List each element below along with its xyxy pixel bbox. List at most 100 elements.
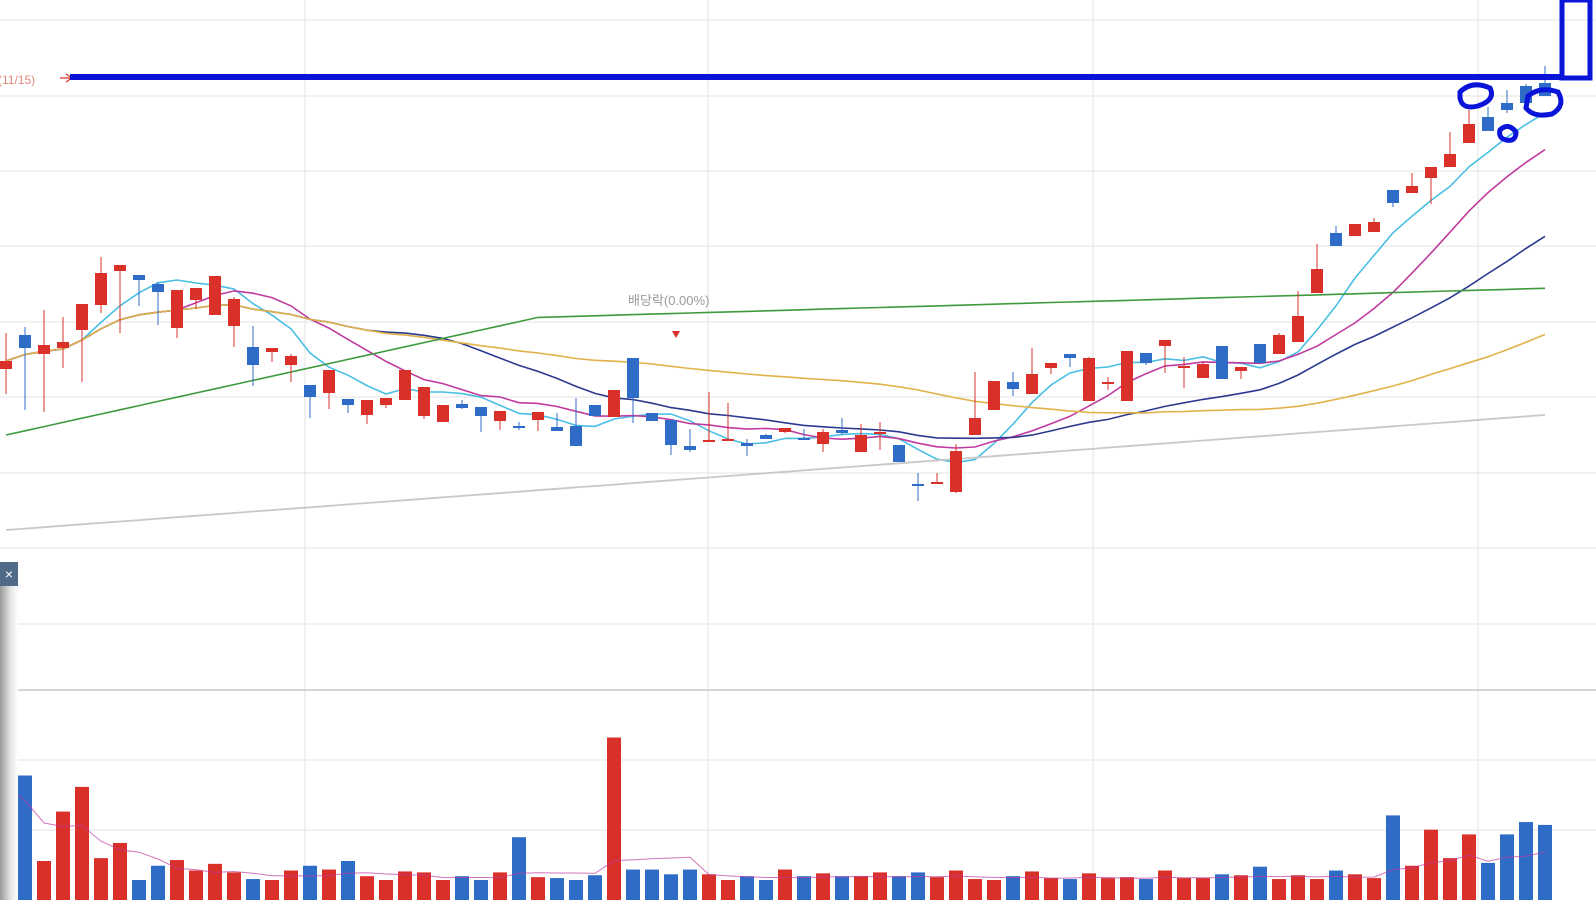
candle	[76, 304, 88, 382]
candle	[931, 473, 943, 484]
candle	[1425, 167, 1437, 204]
candle	[1121, 351, 1133, 401]
candle	[95, 257, 107, 313]
candle	[1311, 244, 1323, 293]
candle	[1178, 357, 1190, 388]
volume-bar	[797, 876, 811, 900]
candle	[836, 418, 848, 435]
candle-body	[0, 361, 12, 369]
volume-bar	[474, 880, 488, 900]
candle-body	[475, 407, 487, 416]
volume-bar	[569, 880, 583, 900]
volume-bar	[1519, 822, 1533, 900]
candle	[342, 399, 354, 413]
volume-bar	[398, 871, 412, 900]
candle-body	[1121, 351, 1133, 401]
stock-chart: (11/15) 배당락(0.00%) ×	[0, 0, 1596, 900]
candle	[1254, 344, 1266, 364]
candle-body	[361, 400, 373, 415]
candle	[323, 370, 335, 409]
candle-body	[931, 482, 943, 484]
volume-bar	[987, 880, 1001, 900]
candle	[665, 420, 677, 455]
volume-bar	[702, 874, 716, 900]
candle	[361, 400, 373, 424]
candle	[646, 413, 658, 421]
candle	[513, 422, 525, 430]
candle-body	[380, 398, 392, 405]
volume-bar	[18, 775, 32, 900]
candle-body	[1235, 367, 1247, 371]
candle	[760, 434, 772, 439]
candle	[418, 387, 430, 419]
pane-resize-handle[interactable]	[0, 586, 18, 900]
volume-bar	[151, 865, 165, 900]
candle-body	[95, 273, 107, 305]
volume-bar	[1405, 865, 1419, 900]
candle-body	[969, 418, 981, 435]
candle	[114, 265, 126, 333]
close-pane-button[interactable]: ×	[0, 562, 18, 586]
candle	[1083, 357, 1095, 401]
candle	[988, 381, 1000, 410]
candle-body	[456, 404, 468, 408]
candle	[456, 400, 468, 409]
dividend-arrow	[672, 331, 680, 338]
candle-body	[152, 284, 164, 292]
volume-bar	[1291, 875, 1305, 900]
dividend-label: 배당락(0.00%)	[628, 293, 709, 308]
candle	[399, 370, 411, 400]
candle	[380, 398, 392, 408]
volume-bar	[1348, 874, 1362, 900]
volume-bar	[1329, 870, 1343, 900]
candle	[0, 333, 12, 394]
volume-bar	[1139, 879, 1153, 900]
volume-bar	[94, 858, 108, 900]
volume-bar	[550, 878, 564, 900]
candle-body	[874, 432, 886, 434]
candle-body	[38, 345, 50, 354]
candle-body	[494, 411, 506, 421]
volume-bar	[1063, 879, 1077, 900]
volume-bar	[303, 865, 317, 900]
candle-body	[1501, 103, 1513, 110]
candle-body	[1254, 344, 1266, 363]
candle-body	[912, 484, 924, 486]
volume-bar	[721, 880, 735, 900]
candle-body	[1197, 364, 1209, 378]
candle-body	[1273, 335, 1285, 354]
volume-bar	[1253, 866, 1267, 900]
volume-bar	[1538, 824, 1552, 900]
candle	[1349, 224, 1361, 236]
candle-body	[133, 275, 145, 280]
volume-bar	[949, 870, 963, 900]
candle-body	[76, 304, 88, 330]
candle-body	[1387, 190, 1399, 203]
volume-bar	[1424, 829, 1438, 900]
candle-body	[1368, 222, 1380, 232]
candle-body	[114, 265, 126, 271]
candle-body	[304, 385, 316, 397]
candle-body	[171, 290, 183, 328]
volume-bar	[683, 869, 697, 900]
volume-bar	[455, 876, 469, 900]
volume-bar	[607, 737, 621, 900]
date-marker-label: (11/15)	[0, 73, 35, 87]
volume-bar	[1044, 878, 1058, 900]
chart-canvas: (11/15) 배당락(0.00%)	[0, 0, 1596, 900]
candle	[494, 411, 506, 430]
candle-body	[1292, 316, 1304, 342]
candle	[171, 290, 183, 338]
candle	[1102, 377, 1114, 390]
volume-bar	[227, 872, 241, 900]
candle-body	[513, 426, 525, 428]
candle	[912, 473, 924, 501]
candle-body	[1064, 354, 1076, 358]
candle-body	[1007, 382, 1019, 389]
volume-bar	[1310, 879, 1324, 900]
candle	[209, 276, 221, 315]
candle	[475, 407, 487, 432]
candle-body	[1216, 346, 1228, 379]
candle-body	[57, 342, 69, 348]
grid-lines	[0, 0, 1596, 900]
